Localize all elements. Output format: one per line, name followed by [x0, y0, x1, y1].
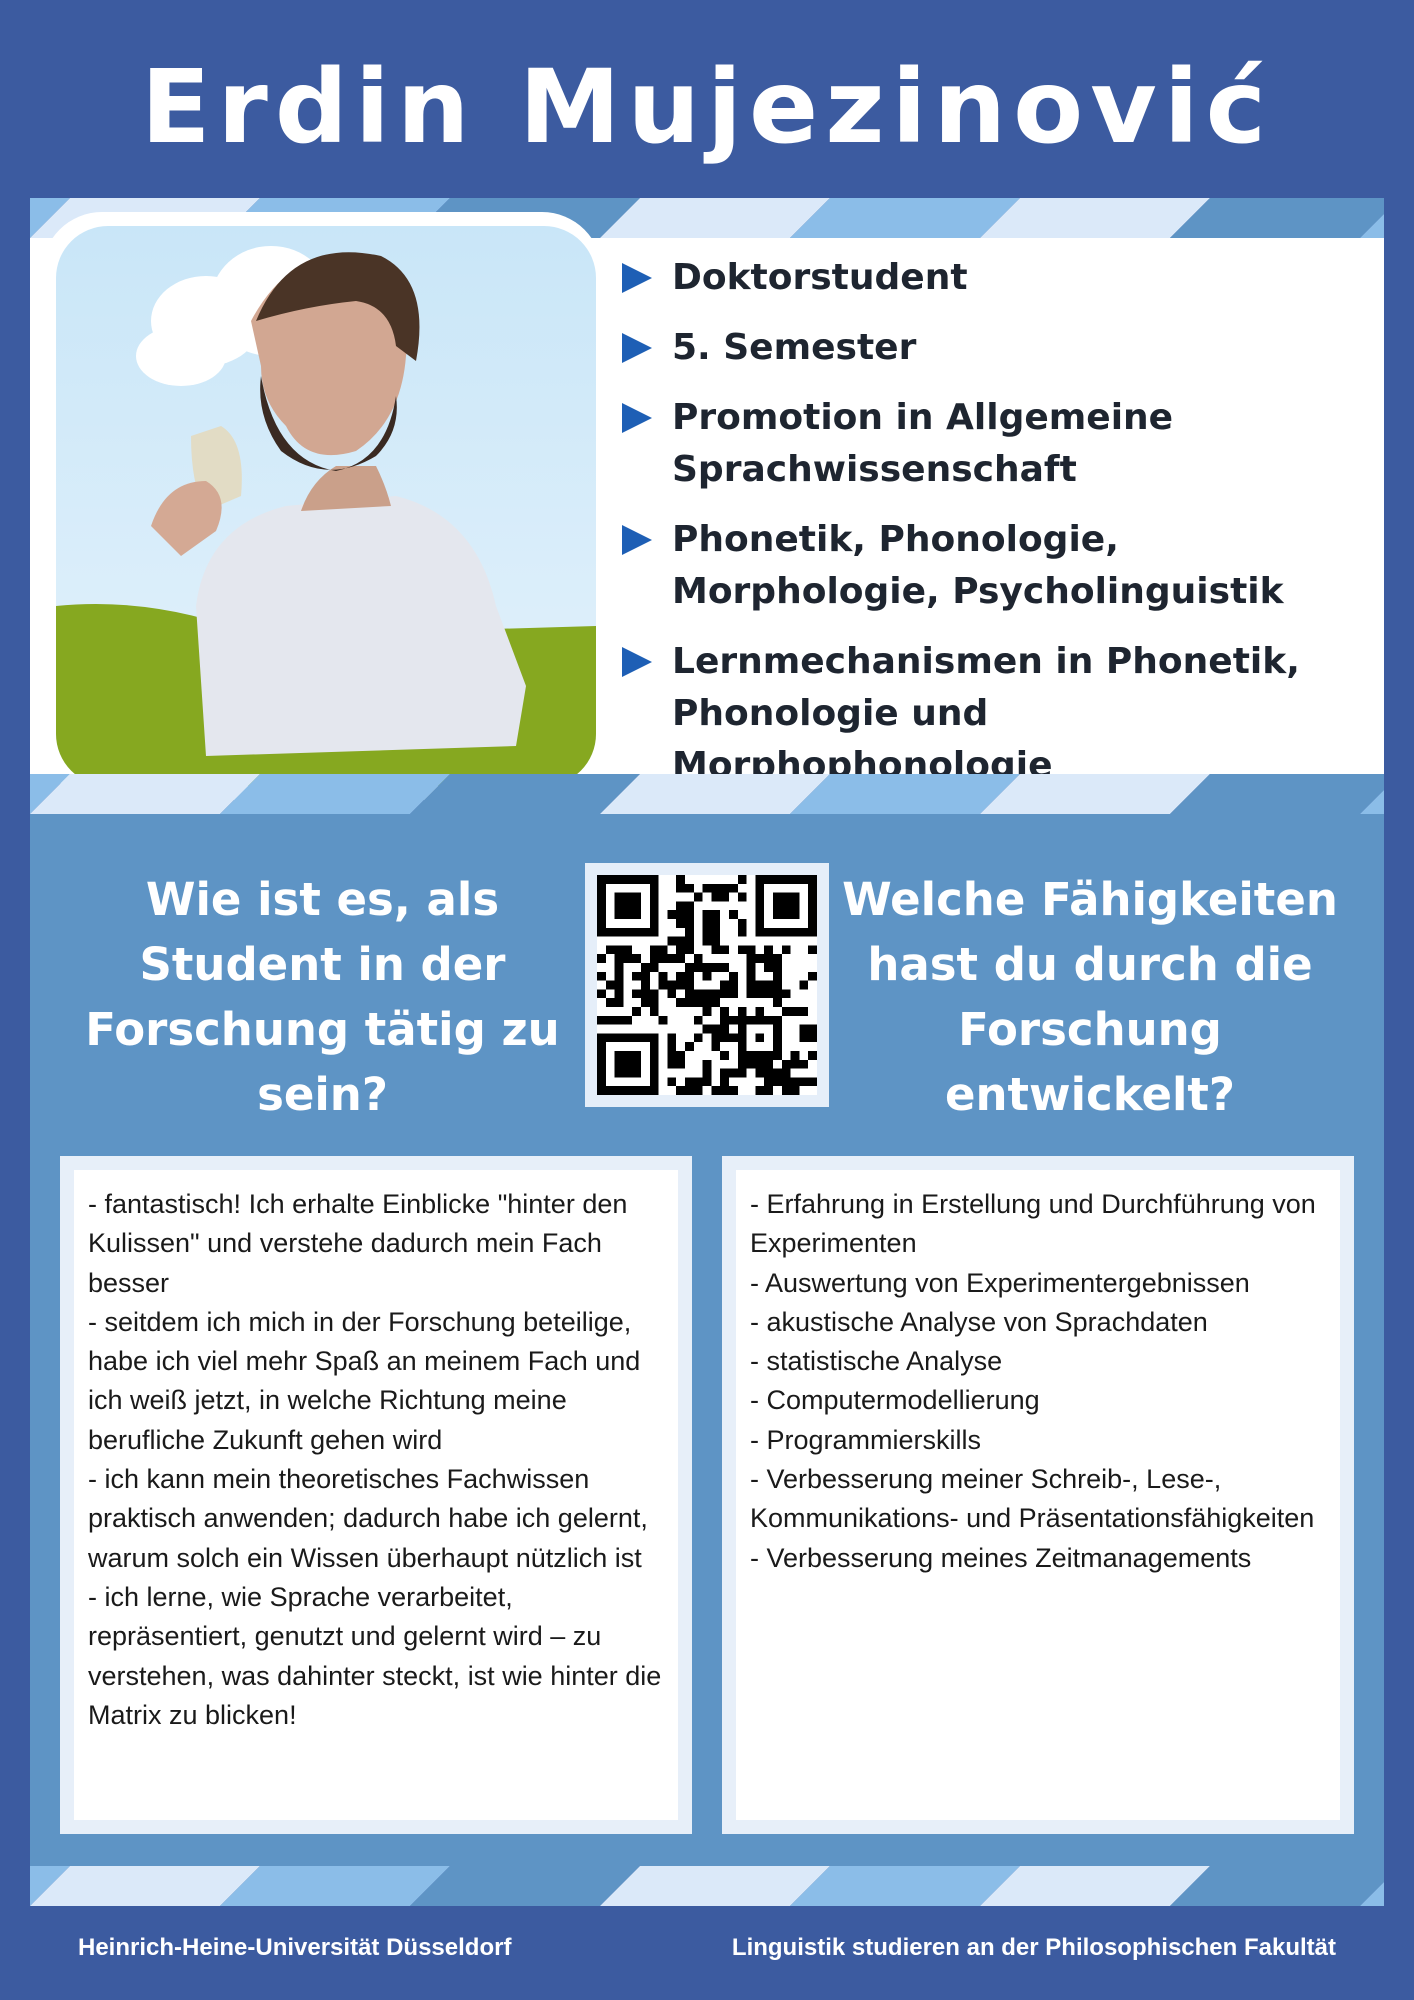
decorative-stripe-middle [30, 774, 1384, 814]
profile-bullet-text: Promotion in Allgemeine Sprachwissenscha… [672, 397, 1174, 490]
page-title: Erdin Mujezinović [140, 48, 1274, 167]
triangle-right-icon [622, 263, 652, 293]
portrait-photo [56, 226, 596, 786]
profile-bullet-text: Doktorstudent [672, 257, 968, 298]
profile-bullet-item: Phonetik, Phonologie, Morphologie, Psych… [620, 514, 1380, 618]
question-right-heading: Welche Fähigkeiten hast du durch die For… [842, 873, 1338, 1121]
profile-bullet-list: Doktorstudent 5. Semester Promotion in A… [620, 252, 1380, 810]
triangle-right-icon [622, 525, 652, 555]
profile-bullet-item: 5. Semester [620, 322, 1380, 374]
triangle-right-icon [622, 647, 652, 677]
profile-bullet-text: 5. Semester [672, 327, 917, 368]
profile-bullet-item: Promotion in Allgemeine Sprachwissenscha… [620, 392, 1380, 496]
footer-university: Heinrich-Heine-Universität Düsseldorf [78, 1934, 512, 1961]
profile-bullet-text: Phonetik, Phonologie, Morphologie, Psych… [672, 519, 1284, 612]
profile-bullet-item: Doktorstudent [620, 252, 1380, 304]
footer-program: Linguistik studieren an der Philosophisc… [731, 1934, 1336, 1961]
answer-right-text: - Erfahrung in Erstellung und Durchführu… [750, 1189, 1316, 1573]
triangle-right-icon [622, 403, 652, 433]
answer-left-text: - fantastisch! Ich erhalte Einblicke "hi… [88, 1189, 662, 1730]
qr-code-icon[interactable] [597, 875, 817, 1095]
question-left-heading: Wie ist es, als Student in der Forschung… [85, 873, 560, 1121]
answer-box-left: - fantastisch! Ich erhalte Einblicke "hi… [60, 1156, 692, 1834]
profile-bullet-item: Lernmechanismen in Phonetik, Phonologie … [620, 636, 1380, 792]
answer-box-right: - Erfahrung in Erstellung und Durchführu… [722, 1156, 1354, 1834]
profile-bullet-text: Lernmechanismen in Phonetik, Phonologie … [672, 641, 1300, 786]
decorative-stripe-bottom [30, 1866, 1384, 1906]
triangle-right-icon [622, 333, 652, 363]
